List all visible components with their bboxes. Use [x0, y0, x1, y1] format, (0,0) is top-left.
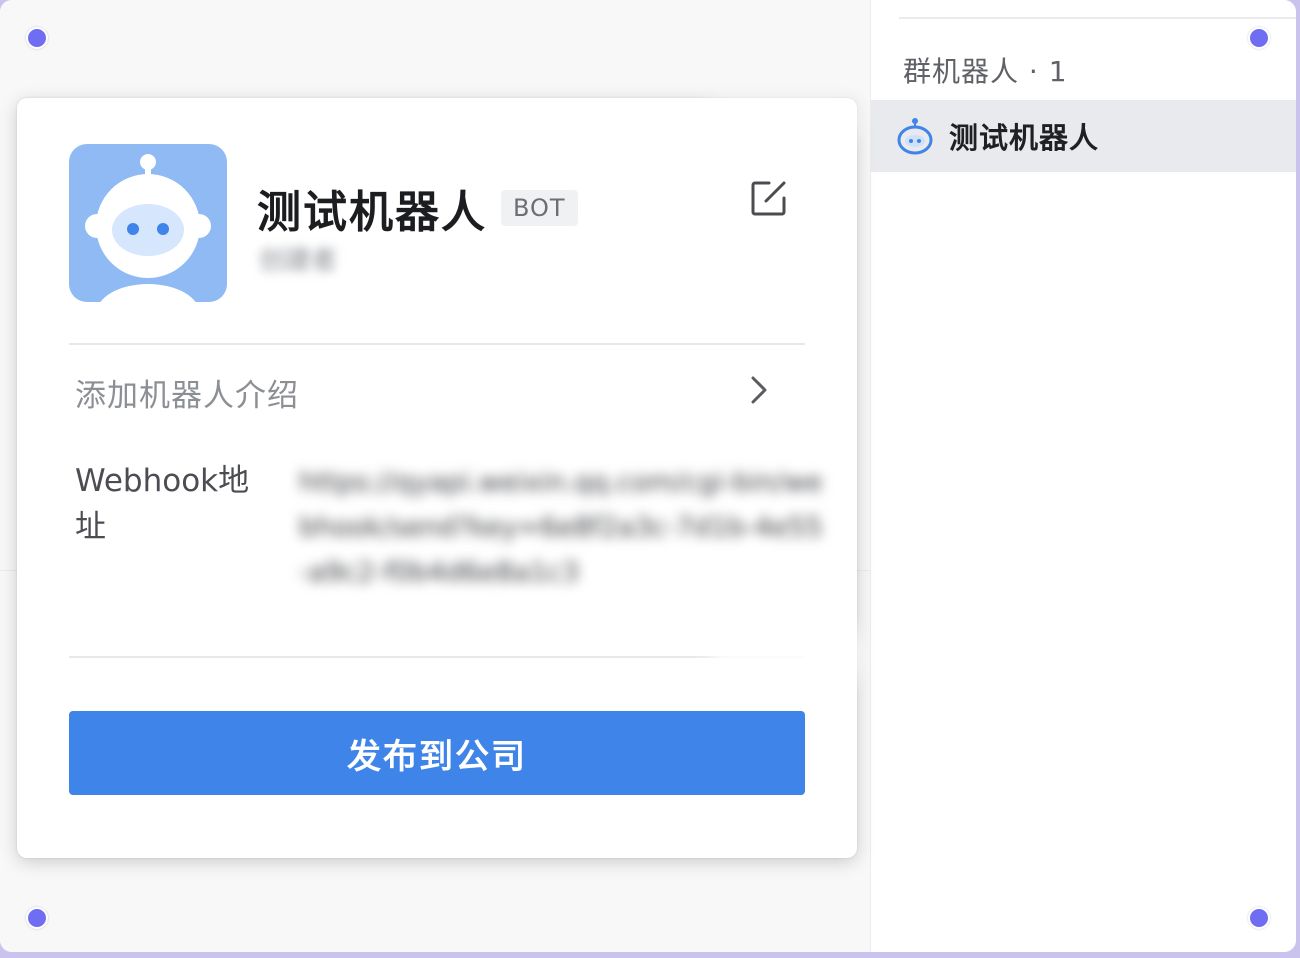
robot-list-item-name: 测试机器人: [949, 121, 1100, 155]
resize-handle[interactable]: [26, 907, 48, 929]
edit-icon[interactable]: [749, 178, 789, 218]
add-intro-label: 添加机器人介绍: [75, 378, 299, 414]
section-divider: [69, 656, 805, 658]
resize-handle[interactable]: [26, 27, 48, 49]
webhook-label: Webhook地址: [75, 463, 250, 545]
robot-avatar-icon: [69, 144, 227, 302]
add-intro-row[interactable]: 添加机器人介绍: [69, 366, 805, 414]
robot-list-item[interactable]: 测试机器人: [871, 100, 1296, 172]
robot-icon: [897, 118, 933, 155]
robot-name: 测试机器人: [257, 187, 487, 238]
resize-handle[interactable]: [1248, 907, 1270, 929]
panel-top-divider: [899, 17, 1296, 19]
robot-title-row: 测试机器人 BOT: [257, 176, 578, 240]
resize-handle[interactable]: [1248, 27, 1270, 49]
webhook-url[interactable]: https://qyapi.weixin.qq.com/cgi-bin/webh…: [299, 460, 829, 595]
blur-smudge: [710, 625, 860, 685]
blur-smudge: [700, 100, 860, 140]
robot-detail-card: 测试机器人 BOT 创建者 添加机器人介绍 Webhook地址 https://…: [17, 98, 857, 858]
group-robots-header: 群机器人 · 1: [903, 55, 1068, 88]
robot-creator: 创建者: [259, 246, 338, 276]
robot-avatar: [69, 144, 227, 302]
bot-badge: BOT: [501, 190, 578, 226]
publish-to-company-button[interactable]: 发布到公司: [69, 711, 805, 795]
robot-list-panel: 群机器人 · 1 测试机器人: [870, 0, 1296, 952]
section-divider: [69, 343, 805, 345]
chevron-right-icon: [751, 376, 767, 404]
